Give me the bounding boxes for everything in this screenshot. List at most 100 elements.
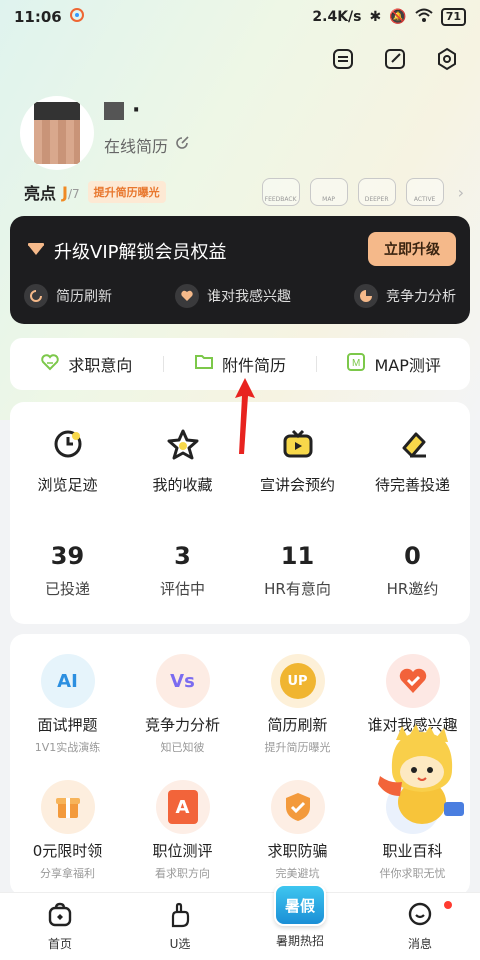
stat-value: 0 (404, 542, 421, 570)
deeper-badge-icon: DEEPER (357, 178, 396, 206)
svg-text:M: M (352, 358, 360, 369)
vip-feature-resume-refresh[interactable]: 简历刷新 (24, 284, 112, 308)
stat-label: HR有意向 (264, 580, 331, 598)
nav-messages[interactable]: 消息 (360, 893, 480, 960)
edit-icon[interactable] (380, 44, 410, 74)
stat-label: 已投递 (44, 580, 90, 598)
heart-outline-icon (40, 353, 60, 375)
gift-icon (40, 780, 95, 834)
nav-summer-hiring[interactable]: 暑假 暑期热招 (240, 884, 360, 960)
nav-home[interactable]: 首页 (0, 893, 120, 960)
header-actions (328, 44, 462, 74)
user-nickname[interactable]: · (104, 98, 142, 123)
vip-crown-icon (26, 241, 46, 262)
tool-title: 竞争力分析 (144, 716, 220, 734)
quick-action-label: 待完善投递 (374, 476, 450, 494)
stat-value: 39 (50, 542, 85, 570)
vip-features: 简历刷新 谁对我感兴趣 竞争力分析 (24, 284, 456, 308)
tool-subtitle: 完美避坑 (275, 867, 320, 880)
pie-chart-icon (354, 284, 378, 308)
bottom-navigation: 首页 U选 暑假 暑期热招 消息 (0, 884, 480, 960)
tool-title: 面试押题 (37, 716, 98, 734)
tv-icon (278, 424, 318, 464)
map-assessment-tab[interactable]: M MAP测评 (317, 352, 470, 376)
nav-label: 暑期热招 (275, 934, 324, 948)
annotation-arrow (235, 378, 255, 454)
job-intention-label: 求职意向 (68, 356, 133, 375)
feedback-badge-icon: FEEDBACK (261, 178, 300, 206)
status-bar: 11:06 2.4K/s ✱ 🔕 71 (0, 0, 480, 34)
stat-hr-interested[interactable]: 11 HR有意向 (240, 542, 355, 599)
vip-upgrade-card[interactable]: 升级VIP解锁会员权益 立即升级 简历刷新 谁对我感兴趣 竞争力分析 (10, 216, 470, 324)
status-time: 11:06 (14, 8, 62, 26)
network-speed: 2.4K/s (312, 9, 362, 25)
mute-icon: 🔕 (389, 9, 407, 25)
active-badge-icon: ACTIVE (405, 178, 444, 206)
competitiveness-tool[interactable]: Vs 竞争力分析 知已知彼 (125, 654, 240, 755)
star-icon (163, 424, 203, 464)
job-intention-tab[interactable]: 求职意向 (10, 352, 163, 376)
upgrade-now-button[interactable]: 立即升级 (368, 232, 456, 266)
stat-hr-invitation[interactable]: 0 HR邀约 (355, 542, 470, 599)
nav-label: 消息 (407, 937, 432, 951)
tool-subtitle: 伴你求职无忧 (379, 867, 446, 880)
map-badge-icon: MAP (309, 178, 348, 206)
clock-icon (48, 424, 88, 464)
quick-action-label: 我的收藏 (152, 476, 213, 494)
heart-icon (175, 284, 199, 308)
up-medal-icon: UP (270, 654, 325, 708)
job-assessment-tool[interactable]: A 职位测评 看求职方向 (125, 780, 240, 881)
tool-title: 简历刷新 (267, 716, 328, 734)
assessment-icon: A (155, 780, 210, 834)
app-notification-icon (69, 8, 84, 26)
nickname-text: · (132, 98, 143, 123)
avatar[interactable] (20, 96, 94, 170)
vip-feature-competitiveness[interactable]: 竞争力分析 (354, 284, 456, 308)
tool-subtitle: 知已知彼 (160, 741, 205, 754)
highlights-row[interactable]: 亮点 J/7 提升简历曝光 FEEDBACK MAP DEEPER ACTIVE… (24, 178, 464, 206)
pending-applications-button[interactable]: 待完善投递 (355, 424, 470, 495)
edit-resume-icon (174, 135, 190, 155)
attachment-resume-label: 附件简历 (222, 356, 287, 375)
summer-hiring-badge: 暑假 (274, 884, 326, 926)
nav-label: 首页 (47, 937, 72, 951)
browse-history-button[interactable]: 浏览足迹 (10, 424, 125, 495)
stat-value: 3 (174, 542, 191, 570)
anti-fraud-tool[interactable]: 求职防骗 完美避坑 (240, 780, 355, 881)
resume-refresh-tool[interactable]: UP 简历刷新 提升简历曝光 (240, 654, 355, 755)
battery-indicator: 71 (440, 8, 466, 26)
free-limited-tool[interactable]: 0元限时领 分享拿福利 (10, 780, 125, 881)
nav-u-select[interactable]: U选 (120, 893, 240, 960)
attachment-resume-tab[interactable]: 附件简历 (164, 352, 317, 376)
wifi-icon (415, 8, 433, 26)
nickname-redacted (104, 102, 124, 120)
vip-feature-label: 谁对我感兴趣 (207, 289, 291, 305)
stat-evaluating[interactable]: 3 评估中 (125, 542, 240, 599)
bluetooth-icon: ✱ (369, 9, 382, 25)
vip-feature-interested[interactable]: 谁对我感兴趣 (175, 284, 291, 308)
tool-subtitle: 提升简历曝光 (264, 741, 331, 754)
quick-action-label: 宣讲会预约 (259, 476, 335, 494)
mascot-icon[interactable] (372, 724, 472, 828)
avatar-photo-hair (34, 102, 80, 120)
resume-link-label: 在线简历 (104, 137, 169, 156)
tool-title: 职位测评 (152, 842, 213, 860)
tool-title: 职业百科 (382, 842, 443, 860)
map-assessment-label: MAP测评 (374, 356, 441, 375)
boost-exposure-badge[interactable]: 提升简历曝光 (87, 181, 166, 203)
stat-label: HR邀约 (386, 580, 439, 598)
refresh-icon (24, 284, 48, 308)
vip-title: 升级VIP解锁会员权益 (26, 238, 226, 264)
switch-identity-icon[interactable] (328, 44, 358, 74)
settings-icon[interactable] (432, 44, 462, 74)
interview-prep-tool[interactable]: AI 面试押题 1V1实战演练 (10, 654, 125, 755)
message-icon (406, 901, 434, 929)
online-resume-link[interactable]: 在线简历 (104, 133, 190, 157)
eraser-icon (393, 424, 433, 464)
tool-title: 0元限时领 (32, 842, 103, 860)
shield-icon (270, 780, 325, 834)
heart-icon (385, 654, 440, 708)
tool-subtitle: 看求职方向 (155, 867, 210, 880)
my-favorites-button[interactable]: 我的收藏 (125, 424, 240, 495)
stat-applied[interactable]: 39 已投递 (10, 542, 125, 599)
